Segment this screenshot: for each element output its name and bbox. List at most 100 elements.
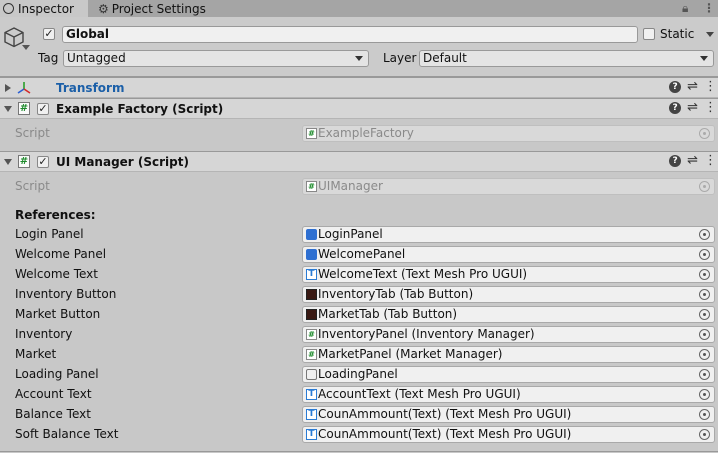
object-picker-icon[interactable] (699, 409, 710, 420)
object-picker-icon (699, 181, 710, 192)
example-factory-title: Example Factory (Script) (56, 102, 224, 116)
reference-field[interactable]: WelcomePanel (302, 246, 715, 263)
reference-field[interactable]: LoginPanel (302, 226, 715, 243)
script-value: ExampleFactory (318, 126, 414, 140)
prefab-icon (306, 249, 317, 260)
chevron-down-icon[interactable] (22, 45, 30, 50)
kebab-menu-icon[interactable]: ⋮ (703, 1, 715, 15)
object-picker-icon[interactable] (699, 429, 710, 440)
script-label: Script (15, 126, 50, 140)
script-icon: # (306, 349, 317, 360)
object-picker-icon[interactable] (699, 249, 710, 260)
reference-label: Soft Balance Text (15, 427, 119, 441)
help-icon[interactable]: ? (669, 102, 682, 114)
text-mesh-pro-icon: T (306, 389, 317, 400)
script-field: # ExampleFactory (302, 125, 715, 142)
layer-dropdown[interactable]: Default (419, 50, 714, 67)
transform-header[interactable]: Transform ? ⇌ ⋮ (0, 77, 718, 98)
tab-project-settings-label: Project Settings (111, 1, 206, 16)
name-field[interactable]: Global (62, 26, 638, 43)
presets-icon[interactable]: ⇌ (687, 154, 698, 168)
reference-label: Account Text (15, 387, 92, 401)
text-mesh-pro-icon: T (306, 269, 317, 280)
tag-label: Tag (38, 51, 59, 65)
ui-manager-title: UI Manager (Script) (56, 155, 189, 169)
kebab-menu-icon[interactable]: ⋮ (704, 101, 717, 115)
reference-field[interactable]: T CounAmmount(Text) (Text Mesh Pro UGUI) (302, 426, 715, 443)
references-heading: References: (15, 208, 96, 222)
tab-project-settings[interactable]: ⚙ Project Settings (92, 0, 217, 17)
reference-label: Welcome Text (15, 267, 98, 281)
transform-icon (17, 82, 31, 94)
tab-inspector[interactable]: Inspector (0, 0, 88, 17)
layer-label: Layer (383, 51, 417, 65)
foldout-expanded-icon[interactable] (4, 106, 12, 112)
object-picker-icon[interactable] (699, 349, 710, 360)
reference-field[interactable]: LoadingPanel (302, 366, 715, 383)
object-picker-icon[interactable] (699, 389, 710, 400)
static-checkbox[interactable] (643, 28, 655, 40)
reference-field[interactable]: T CounAmmount(Text) (Text Mesh Pro UGUI) (302, 406, 715, 423)
gear-icon: ⚙ (98, 1, 109, 16)
foldout-expanded-icon[interactable] (4, 159, 12, 165)
object-picker-icon[interactable] (699, 369, 710, 380)
script-icon: # (18, 155, 30, 168)
active-checkbox[interactable]: ✓ (43, 28, 55, 40)
example-factory-enabled-checkbox[interactable]: ✓ (37, 103, 49, 115)
reference-label: Inventory (15, 327, 73, 341)
reference-value: CounAmmount(Text) (Text Mesh Pro UGUI) (318, 427, 572, 441)
tag-dropdown[interactable]: Untagged (63, 50, 369, 67)
ui-manager-header[interactable]: # ✓ UI Manager (Script) ? ⇌ ⋮ (0, 151, 718, 172)
image-icon (306, 289, 317, 300)
reference-label: Login Panel (15, 227, 84, 241)
object-picker-icon[interactable] (699, 289, 710, 300)
reference-label: Welcome Panel (15, 247, 107, 261)
static-dropdown-arrow[interactable] (706, 32, 714, 37)
reference-value: WelcomePanel (318, 247, 406, 261)
reference-field[interactable]: InventoryTab (Tab Button) (302, 286, 715, 303)
reference-field[interactable]: # MarketPanel (Market Manager) (302, 346, 715, 363)
reference-label: Loading Panel (15, 367, 99, 381)
reference-value: MarketPanel (Market Manager) (318, 347, 503, 361)
reference-value: AccountText (Text Mesh Pro UGUI) (318, 387, 521, 401)
reference-value: LoadingPanel (318, 367, 398, 381)
script-icon: # (18, 102, 30, 115)
presets-icon[interactable]: ⇌ (687, 101, 698, 115)
foldout-collapsed-icon[interactable] (5, 84, 11, 92)
image-icon (306, 309, 317, 320)
object-picker-icon[interactable] (699, 229, 710, 240)
info-icon (3, 3, 14, 14)
object-picker-icon (699, 128, 710, 139)
text-mesh-pro-icon: T (306, 429, 317, 440)
object-picker-icon[interactable] (699, 329, 710, 340)
ui-manager-enabled-checkbox[interactable]: ✓ (37, 156, 49, 168)
transform-title: Transform (56, 81, 125, 95)
script-icon: # (306, 181, 317, 192)
help-icon[interactable]: ? (669, 81, 682, 93)
reference-field[interactable]: T AccountText (Text Mesh Pro UGUI) (302, 386, 715, 403)
object-picker-icon[interactable] (699, 269, 710, 280)
lock-icon[interactable]: 🔒︎ (682, 1, 688, 16)
chevron-down-icon (355, 56, 363, 61)
example-factory-header[interactable]: # ✓ Example Factory (Script) ? ⇌ ⋮ (0, 98, 718, 119)
reference-value: LoginPanel (318, 227, 383, 241)
presets-icon[interactable]: ⇌ (687, 80, 698, 94)
prefab-icon (306, 229, 317, 240)
script-icon: # (306, 128, 317, 139)
chevron-down-icon (700, 56, 708, 61)
tag-value: Untagged (67, 51, 126, 65)
kebab-menu-icon[interactable]: ⋮ (704, 80, 717, 94)
reference-value: MarketTab (Tab Button) (318, 307, 458, 321)
object-picker-icon[interactable] (699, 309, 710, 320)
script-label: Script (15, 179, 50, 193)
gameobject-header: ✓ Global Static Tag Untagged Layer Defau… (0, 17, 718, 77)
tab-inspector-label: Inspector (18, 1, 74, 16)
kebab-menu-icon[interactable]: ⋮ (704, 154, 717, 168)
help-icon[interactable]: ? (669, 155, 682, 167)
reference-value: CounAmmount(Text) (Text Mesh Pro UGUI) (318, 407, 572, 421)
reference-value: WelcomeText (Text Mesh Pro UGUI) (318, 267, 528, 281)
script-icon: # (306, 329, 317, 340)
reference-field[interactable]: T WelcomeText (Text Mesh Pro UGUI) (302, 266, 715, 283)
reference-field[interactable]: # InventoryPanel (Inventory Manager) (302, 326, 715, 343)
reference-field[interactable]: MarketTab (Tab Button) (302, 306, 715, 323)
